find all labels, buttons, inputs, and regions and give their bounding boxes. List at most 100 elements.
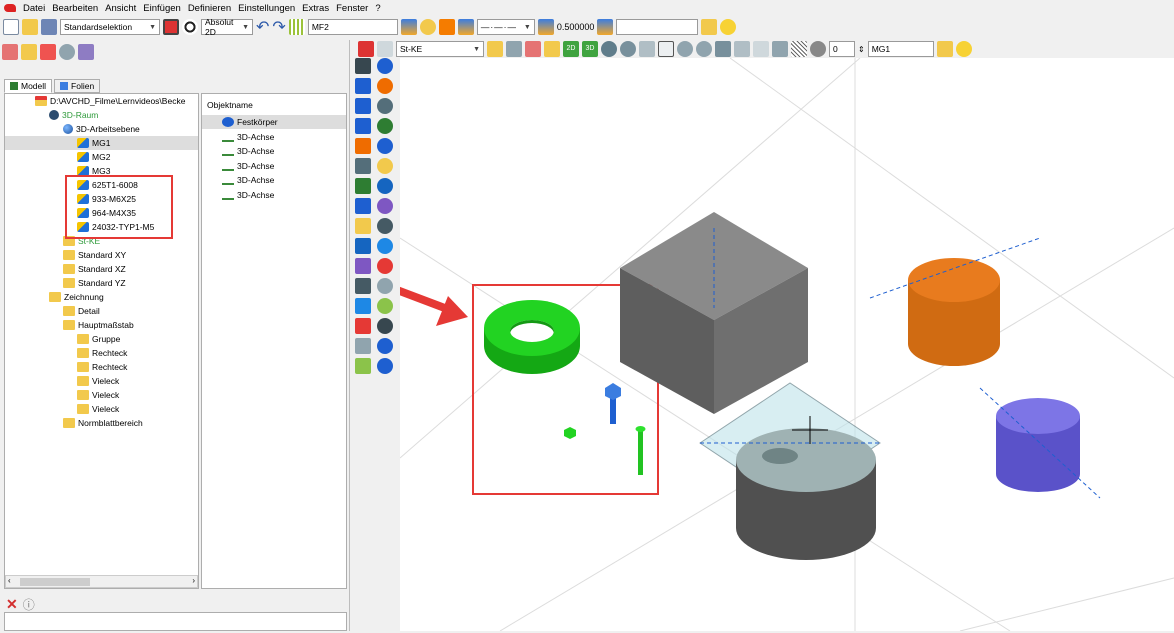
color-picker-icon[interactable] xyxy=(163,19,179,35)
pin-solid[interactable] xyxy=(635,426,646,475)
sphere-white-tool-icon[interactable] xyxy=(355,338,371,354)
pin-icon[interactable] xyxy=(358,41,374,57)
select-arrow-tool-icon[interactable] xyxy=(355,58,371,74)
new-file-icon[interactable] xyxy=(3,19,19,35)
tree-item[interactable]: Vieleck xyxy=(77,388,119,402)
layer-input[interactable]: MF2 xyxy=(307,19,398,35)
grid-icon[interactable] xyxy=(288,19,305,35)
tree-item[interactable]: Standard XZ xyxy=(63,262,126,276)
object-list-item[interactable]: 3D-Achse xyxy=(202,159,346,173)
tree-item[interactable]: Rechteck xyxy=(77,346,127,360)
trim-tool-icon[interactable] xyxy=(355,158,371,174)
tree-item[interactable]: Detail xyxy=(63,304,100,318)
info-tool-icon[interactable] xyxy=(355,238,371,254)
hatch-tool-icon[interactable] xyxy=(377,158,393,174)
nut-solid[interactable] xyxy=(564,427,576,439)
mirror-tool-icon[interactable] xyxy=(355,298,371,314)
tab-model[interactable]: Modell xyxy=(4,79,53,93)
info-tool-icon[interactable] xyxy=(377,138,393,154)
view-plane-icon[interactable] xyxy=(753,41,769,57)
step-input[interactable]: 0 xyxy=(829,41,855,57)
measure-tool-icon[interactable] xyxy=(355,278,371,294)
menu-fenster[interactable]: Fenster xyxy=(336,3,368,14)
select-arrow-tool-icon[interactable] xyxy=(377,278,393,294)
cylinder-orange-solid[interactable] xyxy=(869,237,1041,366)
line-tool-icon[interactable] xyxy=(355,178,371,194)
group-folder-icon[interactable] xyxy=(701,19,718,35)
erase-tool-icon[interactable] xyxy=(377,218,393,234)
info-icon[interactable]: ⓘ xyxy=(23,596,35,613)
dimension-tool-icon[interactable] xyxy=(355,198,371,214)
panel-tool-5-icon[interactable] xyxy=(78,44,94,60)
trim-tool-icon[interactable] xyxy=(377,58,393,74)
zoom-in-icon[interactable] xyxy=(677,41,693,57)
tree-item[interactable]: Rechteck xyxy=(77,360,127,374)
e-icon[interactable] xyxy=(544,41,560,57)
group-folder-icon-2[interactable] xyxy=(936,41,953,57)
pencil-tool-icon[interactable] xyxy=(377,358,393,374)
zoom-out-icon[interactable] xyxy=(696,41,712,57)
panel-tool-2-icon[interactable] xyxy=(21,44,37,60)
material-select[interactable]: St-KE ▼ xyxy=(396,41,484,57)
snap-icon[interactable] xyxy=(487,41,503,57)
text-tool-icon[interactable] xyxy=(377,118,393,134)
drawing-canvas[interactable] xyxy=(173,57,1174,632)
pencil-tool-icon[interactable] xyxy=(355,138,371,154)
tree-hscrollbar[interactable]: ‹ › xyxy=(5,575,198,588)
tree-item[interactable]: 3D-Raum xyxy=(49,108,98,122)
zoom-previous-icon[interactable] xyxy=(734,41,750,57)
group-input[interactable]: MG1 xyxy=(867,41,934,57)
solid-sphere-tool-icon[interactable] xyxy=(355,78,371,94)
cylinder-gray-solid[interactable] xyxy=(699,382,881,560)
bulb-icon[interactable] xyxy=(419,19,436,35)
rotate-view-icon[interactable] xyxy=(601,41,617,57)
tree-item[interactable]: Standard YZ xyxy=(63,276,126,290)
sphere-white-tool-icon[interactable] xyxy=(377,238,393,254)
tree-item[interactable]: Zeichnung xyxy=(49,290,104,304)
coordinate-mode-select[interactable]: Absolut 2D ▼ xyxy=(201,17,253,37)
linetype-select[interactable]: —·—·— ▼ xyxy=(476,19,535,35)
open-folder-icon[interactable] xyxy=(22,19,38,35)
hatch-tool-icon[interactable] xyxy=(355,258,371,274)
object-list-item[interactable]: 3D-Achse xyxy=(202,144,346,158)
menu-help[interactable]: ? xyxy=(375,3,380,14)
menu-einfuegen[interactable]: Einfügen xyxy=(143,3,181,14)
layer-stack-icon[interactable] xyxy=(597,19,614,35)
solid-sphere-tool-icon[interactable] xyxy=(377,298,393,314)
tree-item[interactable]: D:\AVCHD_Filme\Lernvideos\Becke xyxy=(35,94,185,108)
dimension-tool-icon[interactable] xyxy=(377,98,393,114)
2d-view-icon[interactable]: 2D xyxy=(563,41,579,57)
group-bulb-icon-2[interactable] xyxy=(955,41,972,57)
zoom-window-icon[interactable] xyxy=(639,41,655,57)
cylinder-blue-solid[interactable] xyxy=(979,387,1101,499)
hatch-icon[interactable] xyxy=(791,41,807,57)
tree-item[interactable]: 3D-Arbeitsebene xyxy=(63,122,140,136)
cylinder-tool-icon[interactable] xyxy=(355,98,371,114)
shade-icon[interactable] xyxy=(772,41,788,57)
delete-icon[interactable]: ✕ xyxy=(6,596,18,613)
revolve-tool-icon[interactable] xyxy=(355,118,371,134)
sphere-green-tool-icon[interactable] xyxy=(355,358,371,374)
pointer-icon[interactable] xyxy=(506,41,522,57)
tab-layers[interactable]: Folien xyxy=(54,79,101,93)
zoom-icon[interactable] xyxy=(620,41,636,57)
step-spinner-icon[interactable]: ⇕ xyxy=(858,45,865,54)
pan-hand-icon[interactable] xyxy=(658,41,674,57)
panel-tool-1-icon[interactable] xyxy=(2,44,18,60)
tree-item[interactable]: MG1 xyxy=(5,136,198,150)
object-list-item[interactable]: 3D-Achse xyxy=(202,173,346,187)
linestyle-icon[interactable] xyxy=(457,19,474,35)
mirror-tool-icon[interactable] xyxy=(377,198,393,214)
3d-view-icon[interactable]: 3D xyxy=(582,41,598,57)
tree-item[interactable]: Standard XY xyxy=(63,248,126,262)
scroll-left-icon[interactable]: ‹ xyxy=(8,576,11,585)
coordinate-icon[interactable] xyxy=(182,19,198,35)
render-icon[interactable] xyxy=(810,41,826,57)
menu-extras[interactable]: Extras xyxy=(302,3,329,14)
line-tool-icon[interactable] xyxy=(377,78,393,94)
tree-item[interactable]: Hauptmaßstab xyxy=(63,318,134,332)
layers-icon[interactable] xyxy=(400,19,417,35)
tree-item[interactable]: Normblattbereich xyxy=(63,416,143,430)
menu-einstellungen[interactable]: Einstellungen xyxy=(238,3,295,14)
scroll-thumb[interactable] xyxy=(20,578,90,586)
